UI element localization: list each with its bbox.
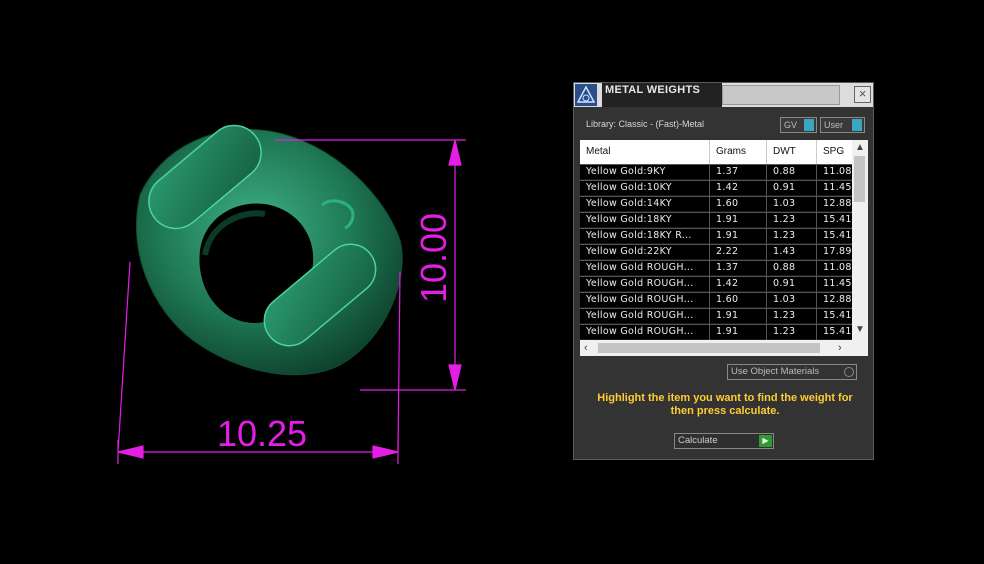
table-row[interactable]: Yellow Gold ROUGH... 1.91 1.23 15.41	[580, 308, 852, 324]
table-row[interactable]: Yellow Gold ROUGH... 1.91 1.23 15.41	[580, 324, 852, 340]
table-row[interactable]: Yellow Gold:14KY 1.60 1.03 12.88	[580, 196, 852, 212]
grams-cell: 2.22	[710, 245, 767, 260]
grams-cell: 1.91	[710, 229, 767, 244]
dwt-cell: 0.88	[767, 165, 817, 180]
dwt-cell: 0.91	[767, 181, 817, 196]
column-header-dwt[interactable]: DWT	[767, 140, 817, 164]
dwt-cell: 1.23	[767, 213, 817, 228]
table-row[interactable]: Yellow Gold:18KY 1.91 1.23 15.41	[580, 212, 852, 228]
table-row[interactable]: Yellow Gold:22KY 2.22 1.43 17.89	[580, 244, 852, 260]
metal-table: Metal Grams DWT SPG Yellow Gold:9KY 1.37…	[580, 140, 868, 356]
metal-cell: Yellow Gold ROUGH...	[580, 261, 710, 276]
use-object-materials-option[interactable]: Use Object Materials	[727, 364, 857, 380]
table-row[interactable]: Yellow Gold ROUGH... 1.60 1.03 12.88	[580, 292, 852, 308]
column-header-grams[interactable]: Grams	[710, 140, 767, 164]
table-row[interactable]: Yellow Gold ROUGH... 1.42 0.91 11.45	[580, 276, 852, 292]
dwt-cell: 0.91	[767, 277, 817, 292]
table-row[interactable]: Yellow Gold:9KY 1.37 0.88 11.08	[580, 164, 852, 180]
spg-cell: 15.41	[817, 213, 852, 228]
use-object-materials-label: Use Object Materials	[731, 366, 820, 377]
dwt-cell: 1.23	[767, 309, 817, 324]
radio-icon	[844, 367, 854, 377]
vertical-scrollbar[interactable]: ▲ ▼	[852, 140, 868, 340]
instruction-text: Highlight the item you want to find the …	[597, 392, 853, 417]
close-button[interactable]: ×	[854, 86, 871, 103]
titlebar-drag-area[interactable]	[722, 85, 840, 105]
dwt-cell: 1.43	[767, 245, 817, 260]
scroll-left-icon[interactable]: ‹	[584, 340, 596, 356]
grams-cell: 1.91	[710, 325, 767, 340]
table-header: Metal Grams DWT SPG	[580, 140, 857, 164]
metal-cell: Yellow Gold:9KY	[580, 165, 710, 180]
spg-cell: 12.88	[817, 293, 852, 308]
metal-cell: Yellow Gold:22KY	[580, 245, 710, 260]
metal-weights-panel: METAL WEIGHTS × Library: Classic - (Fast…	[573, 82, 874, 460]
grams-cell: 1.37	[710, 165, 767, 180]
dimension-width-label: 10.25	[217, 413, 307, 454]
spg-cell: 11.45	[817, 277, 852, 292]
scroll-right-icon[interactable]: ›	[838, 340, 850, 356]
grams-cell: 1.42	[710, 181, 767, 196]
metal-cell: Yellow Gold:10KY	[580, 181, 710, 196]
metal-cell: Yellow Gold ROUGH...	[580, 309, 710, 324]
gv-toggle[interactable]: GV	[780, 117, 817, 133]
metal-cell: Yellow Gold:18KY	[580, 213, 710, 228]
dimension-height-label: 10.00	[413, 213, 454, 303]
app-logo-icon	[575, 84, 597, 106]
user-toggle-label: User	[824, 120, 844, 130]
spg-cell: 15.41	[817, 325, 852, 340]
metal-cell: Yellow Gold:18KY R...	[580, 229, 710, 244]
play-icon: ▶	[759, 435, 772, 447]
table-body: Yellow Gold:9KY 1.37 0.88 11.08 Yellow G…	[580, 164, 852, 340]
scroll-down-icon[interactable]: ▼	[852, 324, 868, 336]
grams-cell: 1.60	[710, 293, 767, 308]
horizontal-scroll-thumb[interactable]	[598, 343, 820, 353]
toggle-knob-icon	[804, 119, 814, 131]
user-toggle[interactable]: User	[820, 117, 865, 133]
toggle-knob-icon	[852, 119, 862, 131]
calculate-label: Calculate	[678, 435, 718, 446]
grams-cell: 1.91	[710, 213, 767, 228]
panel-title: METAL WEIGHTS	[602, 83, 722, 107]
panel-titlebar[interactable]: METAL WEIGHTS ×	[574, 83, 873, 107]
dwt-cell: 1.03	[767, 293, 817, 308]
spg-cell: 17.89	[817, 245, 852, 260]
spg-cell: 11.08	[817, 165, 852, 180]
metal-cell: Yellow Gold:14KY	[580, 197, 710, 212]
column-header-metal[interactable]: Metal	[580, 140, 710, 164]
3d-viewport[interactable]: 10.25 10.00	[0, 0, 570, 564]
grams-cell: 1.91	[710, 309, 767, 324]
dwt-cell: 1.23	[767, 229, 817, 244]
spg-cell: 11.45	[817, 181, 852, 196]
metal-cell: Yellow Gold ROUGH...	[580, 293, 710, 308]
spg-cell: 11.08	[817, 261, 852, 276]
grams-cell: 1.37	[710, 261, 767, 276]
vertical-scroll-thumb[interactable]	[854, 156, 865, 202]
table-row[interactable]: Yellow Gold:10KY 1.42 0.91 11.45	[580, 180, 852, 196]
spg-cell: 12.88	[817, 197, 852, 212]
column-header-spg[interactable]: SPG	[817, 140, 857, 164]
metal-cell: Yellow Gold ROUGH...	[580, 277, 710, 292]
dwt-cell: 1.23	[767, 325, 817, 340]
grams-cell: 1.60	[710, 197, 767, 212]
gv-toggle-label: GV	[784, 120, 798, 130]
ring-model[interactable]	[136, 115, 403, 376]
library-label: Library: Classic - (Fast)-Metal	[586, 119, 705, 129]
horizontal-scrollbar[interactable]: ‹ ›	[580, 340, 868, 356]
dwt-cell: 1.03	[767, 197, 817, 212]
spg-cell: 15.41	[817, 309, 852, 324]
calculate-button[interactable]: Calculate ▶	[674, 433, 774, 449]
scroll-up-icon[interactable]: ▲	[852, 142, 868, 154]
spg-cell: 15.41	[817, 229, 852, 244]
metal-cell: Yellow Gold ROUGH...	[580, 325, 710, 340]
viewport-canvas: 10.25 10.00	[117, 115, 466, 464]
grams-cell: 1.42	[710, 277, 767, 292]
table-row[interactable]: Yellow Gold ROUGH... 1.37 0.88 11.08	[580, 260, 852, 276]
dwt-cell: 0.88	[767, 261, 817, 276]
table-row[interactable]: Yellow Gold:18KY R... 1.91 1.23 15.41	[580, 228, 852, 244]
